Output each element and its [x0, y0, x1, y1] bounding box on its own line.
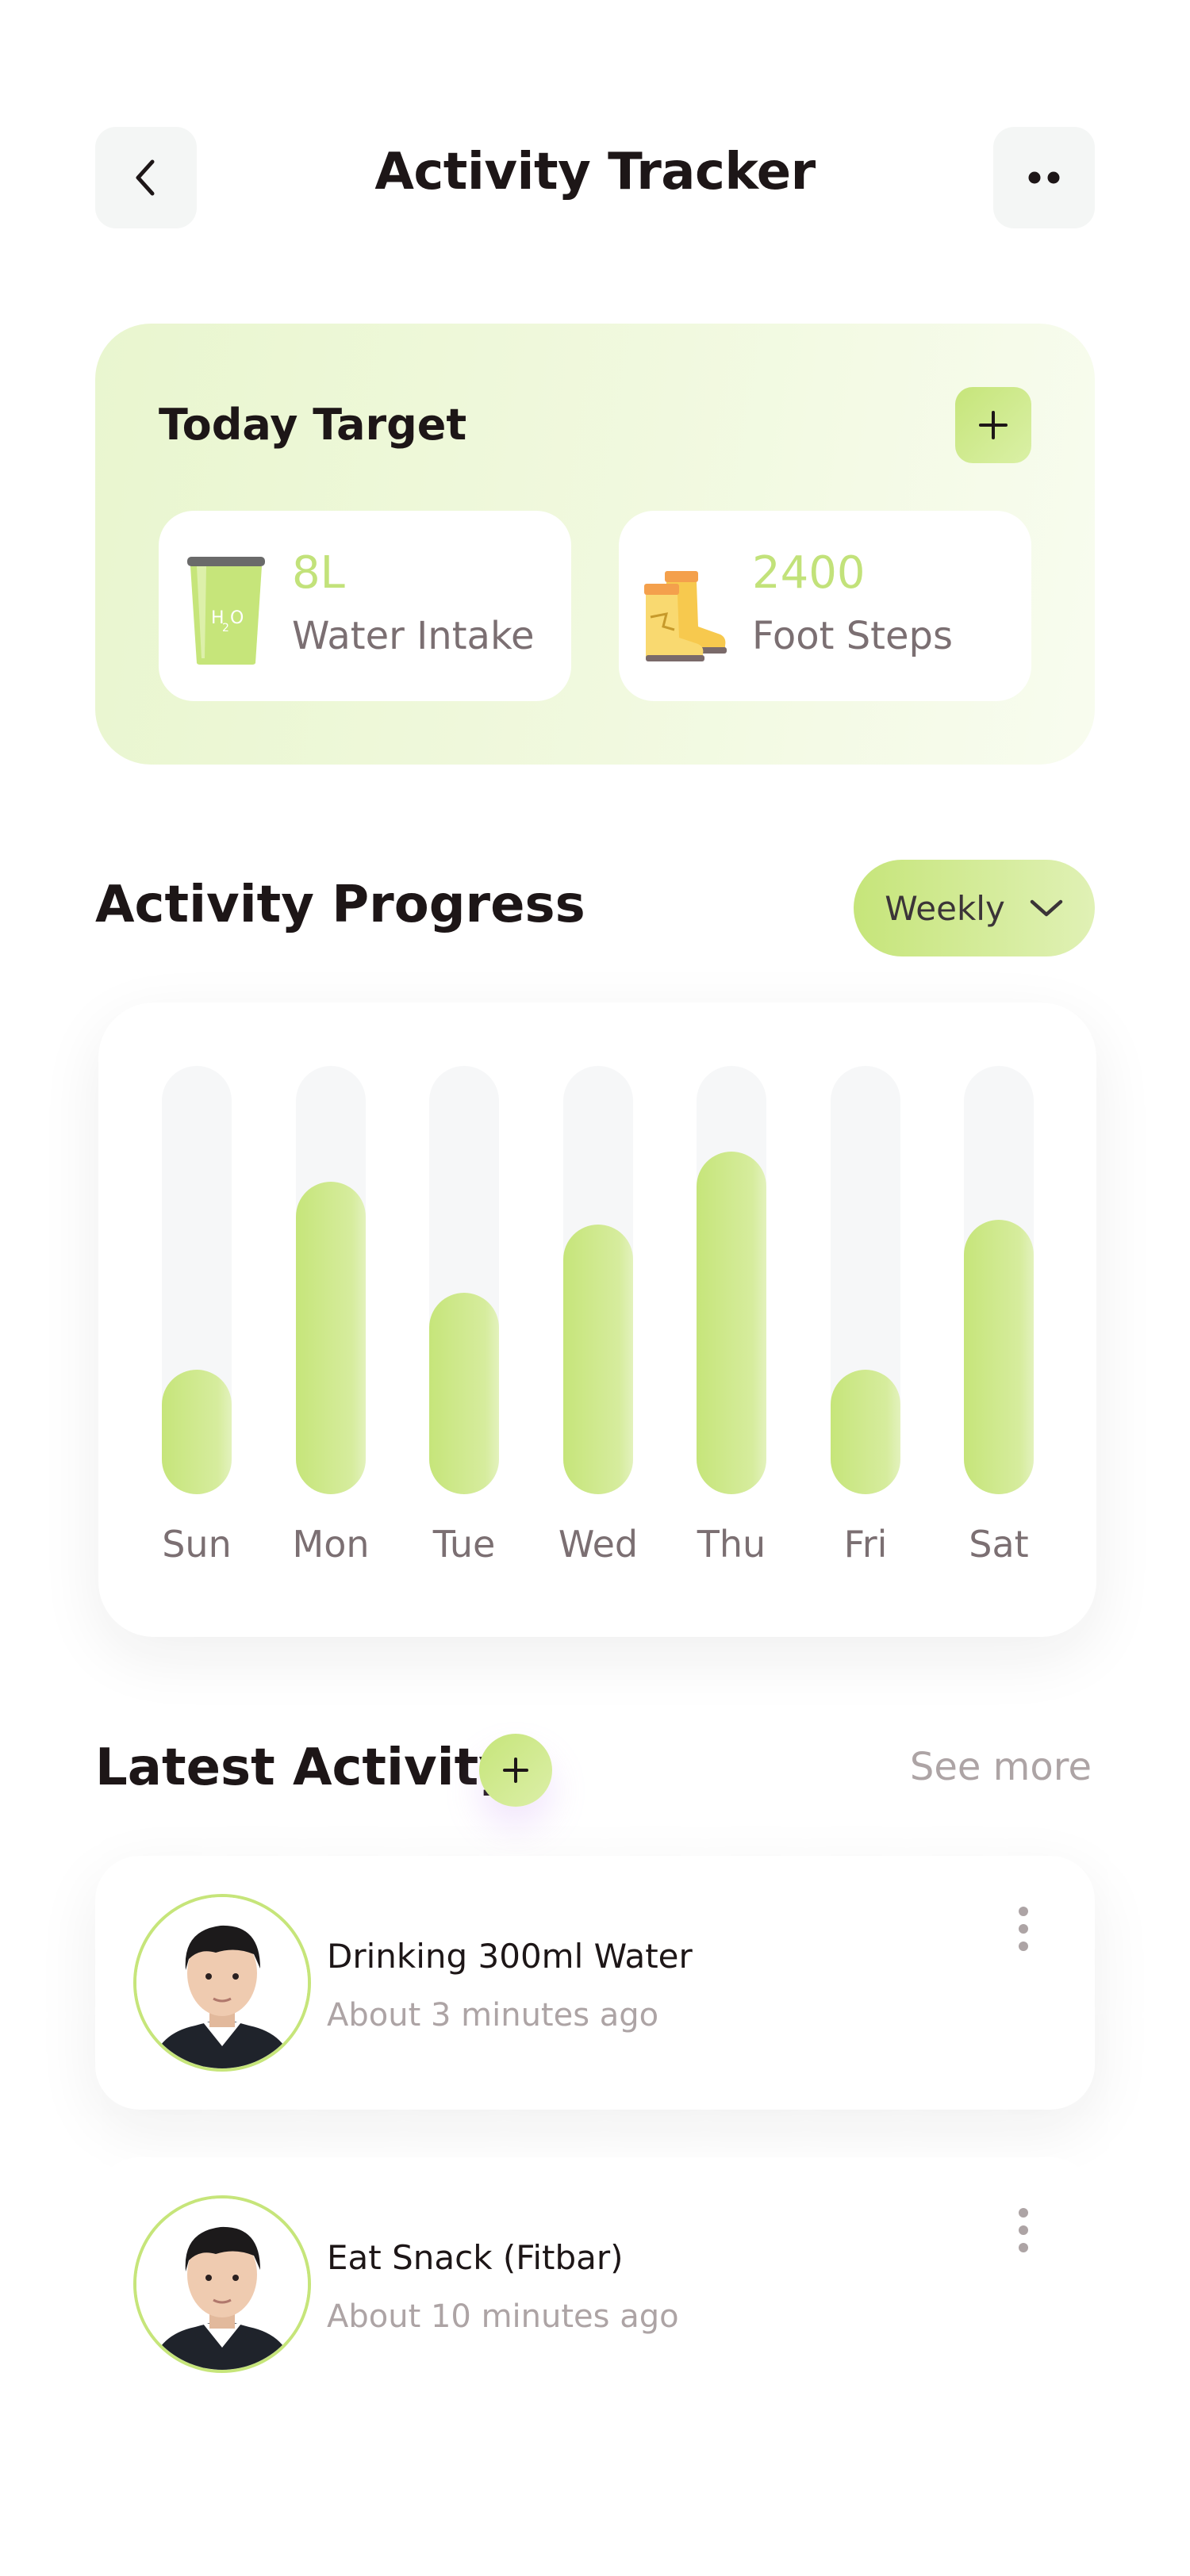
latest-activity-title: Latest Activity	[95, 1738, 512, 1797]
water-intake-target[interactable]: H 2 O 8L Water Intake	[159, 511, 571, 701]
bar-fri[interactable]	[831, 1370, 900, 1494]
day-label-mon: Mon	[292, 1523, 370, 1566]
period-dropdown[interactable]: Weekly	[854, 860, 1095, 956]
chevron-down-icon	[1030, 899, 1063, 917]
kebab-menu-icon[interactable]	[1008, 2205, 1039, 2260]
bar-sat[interactable]	[964, 1220, 1034, 1494]
period-dropdown-label: Weekly	[885, 888, 1005, 928]
boots-icon	[644, 571, 727, 661]
day-label-fri: Fri	[843, 1523, 888, 1566]
bar-track-tue	[429, 1066, 499, 1494]
day-label-thu: Thu	[697, 1523, 766, 1566]
bar-sun[interactable]	[162, 1370, 232, 1494]
foot-steps-label: Foot Steps	[752, 614, 954, 658]
kebab-menu-icon[interactable]	[1008, 1903, 1039, 1959]
bar-mon[interactable]	[296, 1182, 366, 1494]
more-dots-icon	[1028, 171, 1060, 184]
activity-progress-chart: Sun Mon Tue Wed Thu Fri Sat	[98, 1002, 1096, 1637]
bar-wed[interactable]	[563, 1225, 633, 1494]
more-button[interactable]	[993, 127, 1095, 228]
svg-text:O: O	[230, 608, 244, 628]
water-intake-value: 8L	[292, 547, 345, 599]
bar-tue[interactable]	[429, 1293, 499, 1494]
day-label-sat: Sat	[969, 1523, 1029, 1566]
add-target-button[interactable]	[955, 387, 1031, 463]
day-label-wed: Wed	[558, 1523, 639, 1566]
bar-track-thu	[697, 1066, 766, 1494]
foot-steps-target[interactable]: 2400 Foot Steps	[619, 511, 1031, 701]
see-more-link[interactable]: See more	[910, 1745, 1092, 1789]
plus-icon	[979, 411, 1008, 439]
avatar	[133, 2195, 311, 2373]
add-activity-button[interactable]	[479, 1734, 552, 1807]
water-glass-icon: H 2 O	[187, 557, 265, 665]
day-label-sun: Sun	[162, 1523, 232, 1566]
activity-item[interactable]: Drinking 300ml Water About 3 minutes ago	[95, 1856, 1095, 2110]
today-target-title: Today Target	[159, 400, 467, 450]
bar-track-mon	[296, 1066, 366, 1494]
svg-text:2: 2	[222, 622, 229, 634]
activity-time: About 10 minutes ago	[327, 2298, 679, 2335]
water-intake-label: Water Intake	[292, 614, 535, 658]
activity-title: Drinking 300ml Water	[327, 1937, 693, 1976]
plus-icon	[503, 1758, 528, 1783]
avatar	[133, 1894, 311, 2072]
header: Activity Tracker	[0, 0, 1190, 230]
today-target-card: Today Target H 2 O 8L Water Intake 2400 …	[95, 324, 1095, 765]
bar-track-fri	[831, 1066, 900, 1494]
bar-track-sun	[162, 1066, 232, 1494]
activity-progress-title: Activity Progress	[95, 876, 585, 934]
day-label-tue: Tue	[432, 1523, 496, 1566]
activity-item[interactable]: Eat Snack (Fitbar) About 10 minutes ago	[95, 2157, 1095, 2411]
bar-track-sat	[964, 1066, 1034, 1494]
foot-steps-value: 2400	[752, 547, 866, 599]
activity-time: About 3 minutes ago	[327, 1997, 659, 2034]
bar-thu[interactable]	[697, 1152, 766, 1494]
bar-track-wed	[563, 1066, 633, 1494]
activity-title: Eat Snack (Fitbar)	[327, 2238, 624, 2277]
